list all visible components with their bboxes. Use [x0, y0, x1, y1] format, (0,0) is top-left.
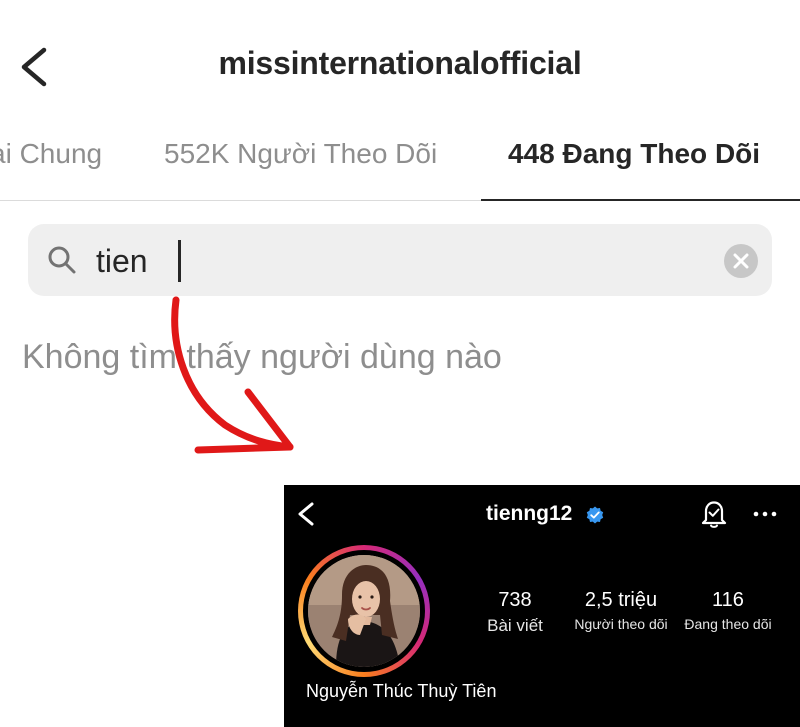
posts-label: Bài viết	[487, 616, 543, 635]
bell-icon[interactable]	[700, 499, 728, 529]
profile-display-name: Nguyễn Thúc Thuỳ Tiên	[306, 681, 497, 701]
tab-following[interactable]: 448 Đang Theo Dõi	[508, 138, 760, 170]
clear-search-button[interactable]	[724, 244, 758, 278]
text-caret	[178, 240, 181, 282]
stat-posts[interactable]: 738 Bài viết	[480, 589, 550, 636]
search-icon	[48, 246, 76, 274]
profile-screenshot: tienng12 738 Bài viết 2,5 triệu Người th…	[284, 485, 800, 727]
story-ring[interactable]	[298, 545, 430, 677]
tab-followers[interactable]: 552K Người Theo Dõi	[164, 138, 437, 170]
posts-count: 738	[498, 589, 532, 611]
avatar-border	[303, 550, 425, 672]
following-count: 116	[712, 589, 744, 611]
search-bar[interactable]	[28, 224, 772, 296]
profile-username: tienng12	[486, 502, 573, 525]
stat-followers[interactable]: 2,5 triệu Người theo dõi	[566, 589, 676, 632]
page-title: missinternationalofficial	[218, 45, 582, 81]
stat-following[interactable]: 116 Đang theo dõi	[680, 589, 776, 632]
follow-tabs: ại Chung 552K Người Theo Dõi 448 Đang Th…	[0, 118, 800, 201]
search-input[interactable]	[94, 236, 698, 286]
more-icon[interactable]	[752, 501, 778, 527]
top-bar: missinternationalofficial	[0, 0, 800, 120]
no-results-message: Không tìm thấy người dùng nào	[22, 338, 502, 376]
avatar-photo	[308, 555, 420, 667]
tab-mutual[interactable]: ại Chung	[0, 138, 102, 170]
following-label: Đang theo dõi	[684, 616, 772, 632]
followers-label: Người theo dõi	[574, 616, 668, 632]
active-tab-indicator	[481, 199, 800, 201]
clear-icon	[733, 253, 749, 269]
followers-count: 2,5 triệu	[584, 589, 658, 611]
verified-badge-icon	[586, 506, 604, 524]
chevron-left-icon[interactable]	[294, 499, 318, 529]
avatar	[308, 555, 420, 667]
